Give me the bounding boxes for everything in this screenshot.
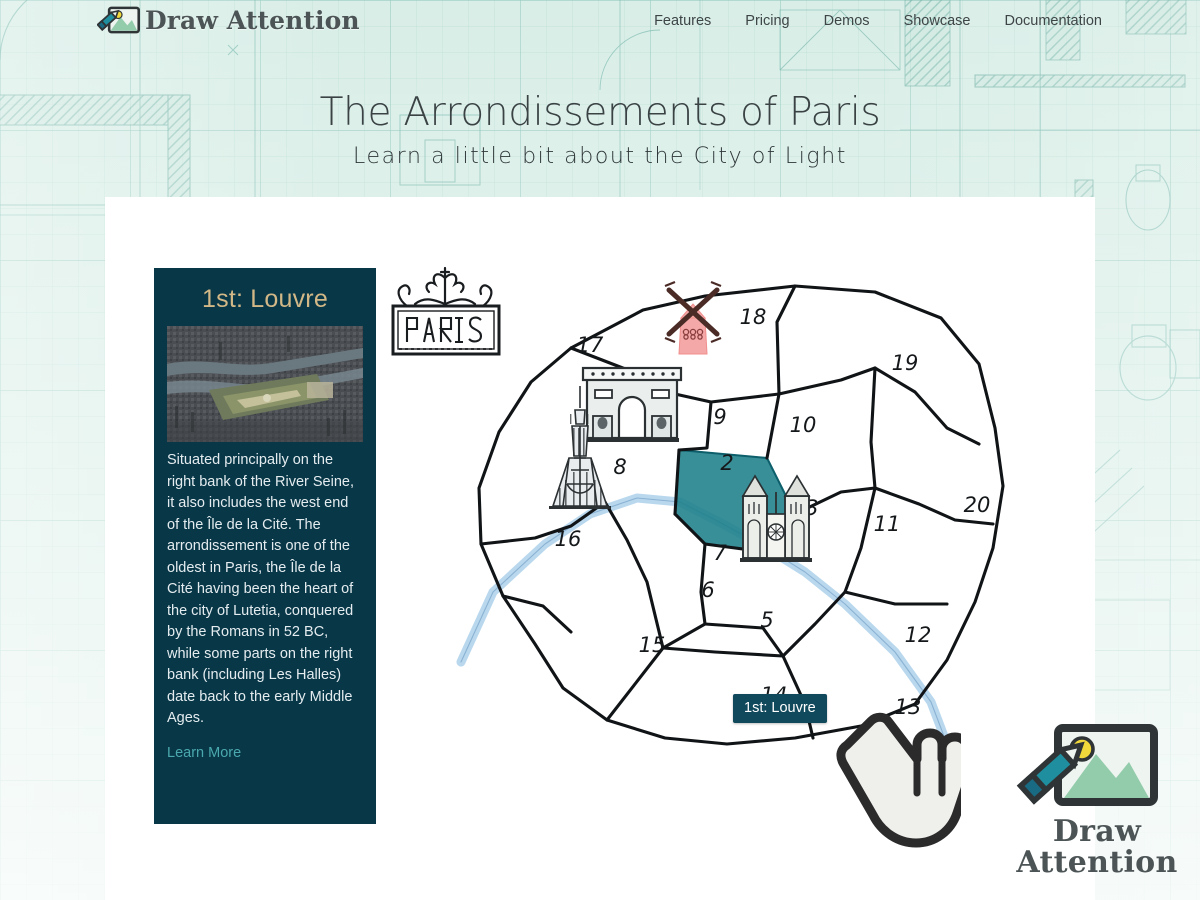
paris-sign-illustration	[391, 266, 501, 356]
svg-text:19: 19	[892, 351, 919, 375]
arc-de-triomphe-illustration	[581, 366, 683, 442]
footer-brand-line1: Draw	[1052, 814, 1142, 849]
picture-frame-pencil-logo-icon	[97, 6, 141, 34]
info-panel-title: 1st: Louvre	[202, 285, 328, 313]
svg-text:16: 16	[555, 527, 582, 551]
picture-frame-pencil-logo-icon	[1016, 724, 1158, 806]
content-card: 1st: Louvre Situated principally on the …	[105, 197, 1095, 900]
svg-text:5: 5	[760, 608, 773, 632]
arrondissement-photo	[167, 326, 363, 442]
brand-logo-link[interactable]: Draw Attention	[97, 3, 360, 37]
paris-arrondissements-map[interactable]: 17 18 19 9 10 8 2 3 11 20 16 7 6 5 12 15	[375, 252, 1075, 772]
map-tooltip: 1st: Louvre	[733, 694, 827, 723]
footer-brand-name: Draw Attention	[1004, 816, 1190, 878]
page-subtitle: Learn a little bit about the City of Lig…	[353, 143, 847, 169]
map-svg[interactable]: 17 18 19 9 10 8 2 3 11 20 16 7 6 5 12 15	[375, 252, 1075, 772]
nav-item-demos[interactable]: Demos	[824, 13, 870, 29]
svg-text:2: 2	[720, 451, 733, 475]
svg-text:6: 6	[701, 578, 714, 602]
moulin-rouge-windmill-illustration	[664, 280, 722, 355]
svg-text:17: 17	[577, 333, 604, 357]
nav-item-features[interactable]: Features	[654, 13, 711, 29]
hero-section: The Arrondissements of Paris Learn a lit…	[0, 90, 1200, 169]
svg-text:8: 8	[613, 455, 626, 479]
svg-text:7: 7	[713, 541, 727, 565]
svg-text:13: 13	[895, 695, 922, 719]
nav-item-showcase[interactable]: Showcase	[904, 13, 971, 29]
nav-item-documentation[interactable]: Documentation	[1004, 13, 1102, 29]
svg-text:18: 18	[740, 305, 767, 329]
main-navigation: Features Pricing Demos Showcase Document…	[654, 13, 1102, 29]
page-root: Draw Attention Features Pricing Demos Sh…	[0, 0, 1200, 900]
svg-text:12: 12	[905, 623, 932, 647]
footer-brand-line2: Attention	[1016, 845, 1178, 880]
info-panel-body: Situated principally on the right bank o…	[167, 452, 354, 726]
brand-name: Draw Attention	[145, 5, 360, 35]
svg-text:10: 10	[790, 413, 817, 437]
arrondissement-info-panel: 1st: Louvre Situated principally on the …	[154, 268, 376, 824]
svg-text:15: 15	[639, 633, 666, 657]
svg-text:20: 20	[964, 493, 991, 517]
svg-text:9: 9	[713, 405, 726, 429]
footer-brand-logo: Draw Attention	[1004, 718, 1190, 878]
svg-text:11: 11	[874, 512, 901, 536]
page-title: The Arrondissements of Paris	[319, 90, 881, 135]
site-header: Draw Attention Features Pricing Demos Sh…	[0, 0, 1200, 44]
learn-more-link[interactable]: Learn More	[167, 745, 241, 761]
nav-item-pricing[interactable]: Pricing	[745, 13, 789, 29]
